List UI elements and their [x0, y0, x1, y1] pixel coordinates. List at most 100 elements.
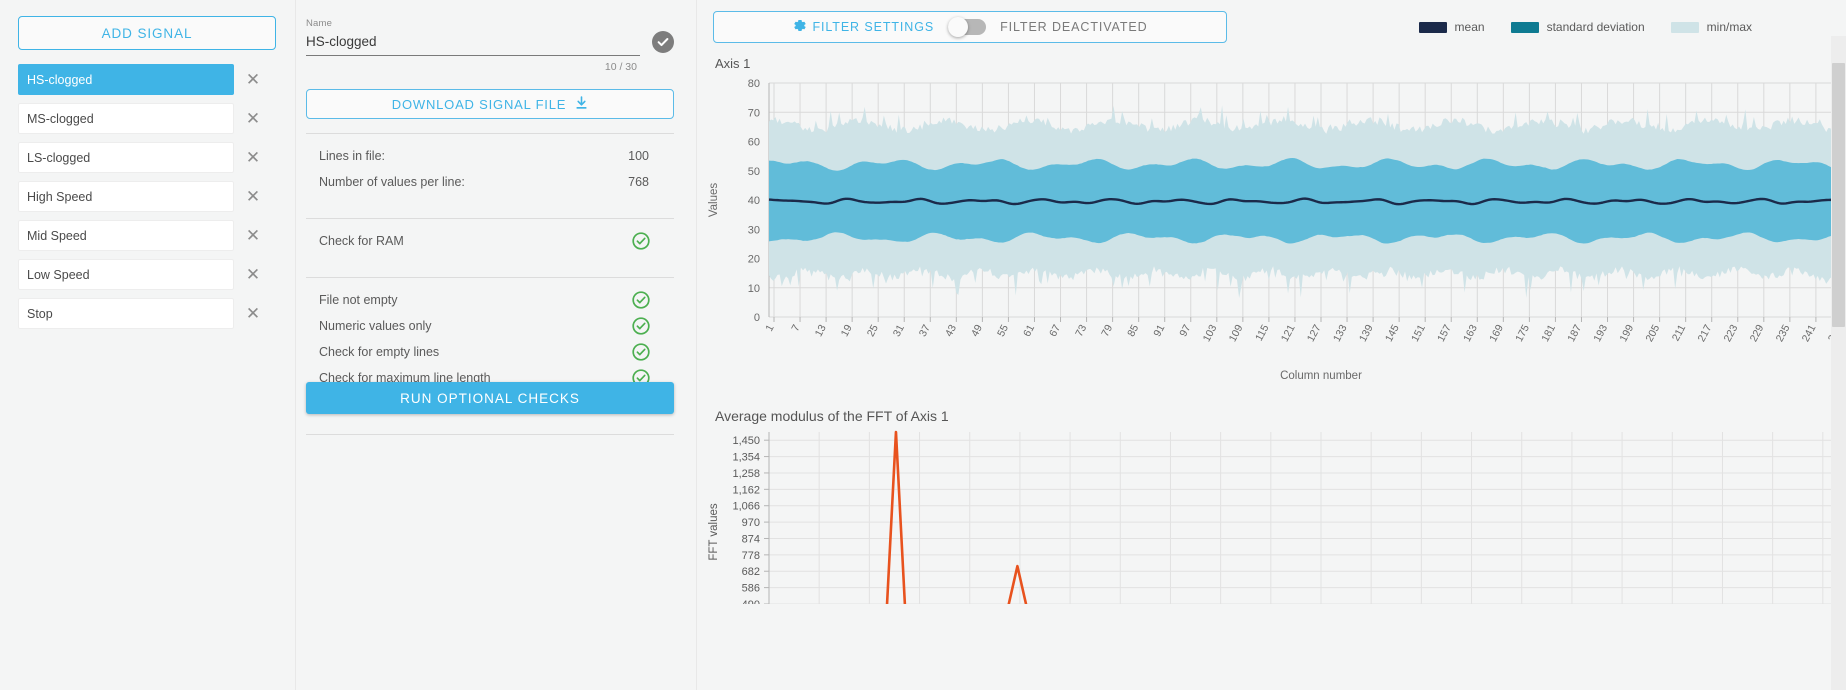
chart-panel: FILTER SETTINGS FILTER DEACTIVATED mean …	[696, 0, 1846, 690]
sidebar-item-low-speed[interactable]: Low Speed	[18, 259, 234, 290]
check-passed-icon	[632, 232, 650, 250]
svg-text:1,162: 1,162	[732, 484, 760, 496]
name-input[interactable]: Name HS-clogged	[306, 18, 640, 56]
check-label: File not empty	[319, 293, 398, 307]
legend-item-standard-deviation: standard deviation	[1510, 20, 1645, 34]
svg-text:235: 235	[1774, 323, 1793, 344]
check-passed-icon	[632, 343, 650, 361]
add-signal-button[interactable]: ADD SIGNAL	[18, 16, 276, 50]
svg-text:109: 109	[1227, 323, 1246, 344]
remove-signal-icon[interactable]: ✕	[234, 266, 272, 283]
svg-text:586: 586	[742, 583, 760, 595]
sidebar-item-ms-clogged[interactable]: MS-clogged	[18, 103, 234, 134]
check-label: Check for RAM	[319, 234, 404, 248]
svg-text:Column number: Column number	[1280, 370, 1362, 382]
check-row-numeric-values-only: Numeric values only	[306, 313, 674, 339]
sidebar-item-label: LS-clogged	[27, 150, 91, 165]
svg-text:61: 61	[1021, 323, 1037, 339]
sidebar-item-label: High Speed	[27, 189, 93, 204]
info-value: 100	[628, 149, 649, 163]
sidebar-item-hs-clogged[interactable]: HS-clogged	[18, 64, 234, 95]
svg-text:80: 80	[748, 78, 760, 90]
svg-text:37: 37	[917, 323, 933, 339]
svg-text:97: 97	[1177, 323, 1193, 339]
legend-swatch-standard-deviation	[1510, 21, 1539, 33]
chart-legend: mean standard deviation min/max	[1418, 20, 1830, 34]
svg-text:121: 121	[1279, 323, 1298, 344]
svg-text:490: 490	[742, 599, 760, 604]
check-passed-icon	[632, 291, 650, 309]
list-item: Stop ✕	[18, 298, 277, 329]
svg-text:223: 223	[1722, 323, 1741, 344]
svg-text:163: 163	[1461, 323, 1480, 344]
sidebar-item-mid-speed[interactable]: Mid Speed	[18, 220, 234, 251]
download-button-label: DOWNLOAD SIGNAL FILE	[391, 96, 567, 112]
svg-text:229: 229	[1748, 323, 1767, 344]
gear-icon	[792, 18, 807, 36]
svg-text:25: 25	[865, 323, 881, 339]
add-signal-label: ADD SIGNAL	[101, 25, 193, 41]
remove-signal-icon[interactable]: ✕	[234, 149, 272, 166]
svg-text:217: 217	[1696, 323, 1715, 344]
svg-text:1: 1	[763, 323, 776, 334]
svg-text:778: 778	[742, 550, 760, 562]
svg-text:175: 175	[1513, 323, 1532, 344]
svg-text:103: 103	[1201, 323, 1220, 344]
file-info-block: Lines in file: 100 Number of values per …	[306, 134, 674, 204]
vertical-scrollbar[interactable]	[1831, 36, 1846, 690]
svg-text:79: 79	[1099, 323, 1115, 339]
scrollbar-thumb[interactable]	[1832, 63, 1845, 327]
remove-signal-icon[interactable]: ✕	[234, 188, 272, 205]
name-input-value[interactable]: HS-clogged	[306, 33, 640, 51]
list-item: LS-clogged ✕	[18, 142, 277, 173]
list-item: MS-clogged ✕	[18, 103, 277, 134]
sidebar-item-label: MS-clogged	[27, 111, 94, 126]
svg-text:199: 199	[1617, 323, 1636, 344]
list-item: High Speed ✕	[18, 181, 277, 212]
svg-text:211: 211	[1670, 323, 1689, 344]
sidebar-item-ls-clogged[interactable]: LS-clogged	[18, 142, 234, 173]
svg-text:682: 682	[742, 566, 760, 578]
check-circle-icon[interactable]	[652, 31, 674, 53]
run-optional-checks-button[interactable]: RUN OPTIONAL CHECKS	[306, 382, 674, 414]
chart-toolbar: FILTER SETTINGS FILTER DEACTIVATED mean …	[697, 10, 1846, 44]
svg-text:181: 181	[1539, 323, 1558, 344]
svg-text:133: 133	[1331, 323, 1350, 344]
remove-signal-icon[interactable]: ✕	[234, 110, 272, 127]
svg-text:Values: Values	[708, 183, 720, 218]
svg-text:70: 70	[748, 107, 760, 119]
svg-text:157: 157	[1435, 323, 1454, 344]
check-row-file-not-empty: File not empty	[306, 287, 674, 313]
name-field-wrap: Name HS-clogged	[306, 18, 674, 56]
sidebar-item-label: HS-clogged	[27, 72, 93, 87]
remove-signal-icon[interactable]: ✕	[234, 227, 272, 244]
signal-details-panel: Name HS-clogged 10 / 30 DOWNLOAD SIGNAL …	[296, 0, 696, 690]
axis-1-chart: 0 10 20 30 40 50 60 70 80 1 7 13 19 25 31 37 43 49 55 61 67 7…	[697, 71, 1846, 396]
svg-text:169: 169	[1487, 323, 1506, 344]
legend-item-minmax: min/max	[1670, 20, 1752, 34]
list-item: HS-clogged ✕	[18, 64, 277, 95]
sidebar-item-label: Stop	[27, 306, 53, 321]
filter-settings-label: FILTER SETTINGS	[812, 20, 935, 34]
legend-label: mean	[1454, 20, 1485, 34]
svg-text:67: 67	[1047, 323, 1063, 339]
remove-signal-icon[interactable]: ✕	[234, 71, 272, 88]
legend-label: standard deviation	[1546, 20, 1645, 34]
svg-text:91: 91	[1151, 323, 1167, 339]
remove-signal-icon[interactable]: ✕	[234, 305, 272, 322]
legend-label: min/max	[1706, 20, 1752, 34]
filter-state-label: FILTER DEACTIVATED	[1000, 20, 1148, 34]
svg-text:127: 127	[1305, 323, 1324, 344]
svg-text:1,066: 1,066	[732, 501, 760, 513]
check-row-ram: Check for RAM	[306, 228, 674, 254]
sidebar-item-high-speed[interactable]: High Speed	[18, 181, 234, 212]
filter-settings-button[interactable]: FILTER SETTINGS FILTER DEACTIVATED	[713, 11, 1227, 43]
sidebar-item-stop[interactable]: Stop	[18, 298, 234, 329]
info-label: Number of values per line:	[319, 175, 465, 189]
svg-text:151: 151	[1409, 323, 1428, 344]
svg-text:30: 30	[748, 224, 760, 236]
fft-chart-title: Average modulus of the FFT of Axis 1	[715, 408, 949, 424]
svg-text:205: 205	[1643, 323, 1662, 344]
download-signal-file-button[interactable]: DOWNLOAD SIGNAL FILE	[306, 89, 674, 119]
filter-toggle[interactable]	[948, 17, 987, 37]
